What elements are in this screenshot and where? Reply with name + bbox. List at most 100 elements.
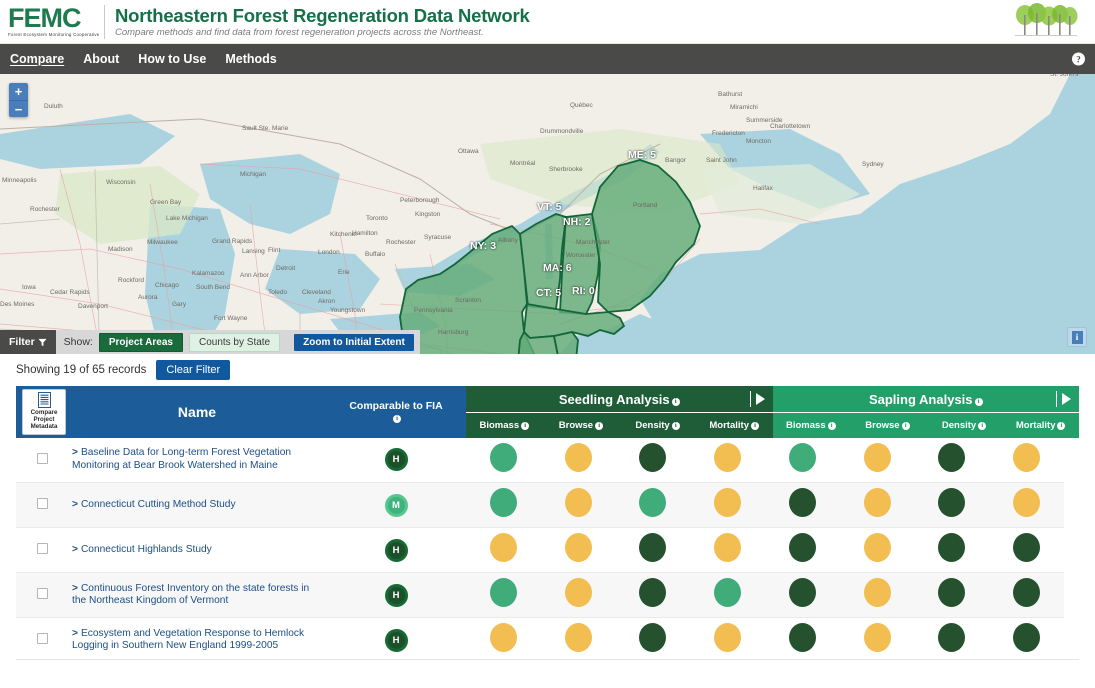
femc-logo[interactable]: FEMC Forest Ecosystem Monitoring Coopera… — [0, 5, 104, 38]
info-icon-sapling-browse[interactable]: i — [901, 421, 910, 430]
nav-item-how-to-use[interactable]: How to Use — [138, 52, 206, 66]
toggle-project-areas[interactable]: Project Areas — [98, 332, 183, 352]
info-icon-sapling-biomass[interactable]: i — [827, 421, 836, 430]
info-icon-seedling-biomass[interactable]: i — [521, 421, 530, 430]
metric-dot[interactable] — [1013, 442, 1041, 472]
metric-dot[interactable] — [639, 533, 667, 563]
metric-dot[interactable] — [863, 442, 891, 472]
col-header-name[interactable]: Name — [68, 386, 326, 438]
metric-dot[interactable] — [714, 623, 742, 653]
info-icon-seedling-mortality[interactable]: i — [750, 421, 759, 430]
metric-dot[interactable] — [938, 442, 966, 472]
project-name-link[interactable]: > Continuous Forest Inventory on the stat… — [72, 583, 316, 608]
metric-dot[interactable] — [938, 578, 966, 608]
metric-dot[interactable] — [788, 488, 816, 518]
metric-dot[interactable] — [938, 533, 966, 563]
metric-dot[interactable] — [639, 623, 667, 653]
question-circle-icon[interactable]: ? — [1072, 52, 1085, 66]
fia-badge[interactable]: M — [384, 493, 408, 517]
row-checkbox[interactable] — [36, 633, 48, 645]
row-checkbox[interactable] — [36, 588, 48, 600]
col-header-seedling-mortality[interactable]: Mortality i — [695, 412, 773, 438]
fia-badge[interactable]: H — [384, 583, 408, 607]
metric-dot[interactable] — [639, 488, 667, 518]
metric-dot[interactable] — [489, 533, 517, 563]
col-header-sapling-mortality[interactable]: Mortality i — [1002, 412, 1079, 438]
row-checkbox[interactable] — [36, 543, 48, 555]
map-zoom-controls[interactable]: + − — [9, 83, 28, 117]
col-header-seedling-density[interactable]: Density i — [619, 412, 696, 438]
table-body-scroll[interactable]: > Baseline Data for Long-term Forest Vege… — [16, 438, 1079, 660]
metric-dot[interactable] — [489, 578, 517, 608]
metric-dot[interactable] — [714, 533, 742, 563]
filter-button[interactable]: Filter — [0, 330, 56, 354]
info-icon-sapling[interactable]: i — [974, 397, 983, 406]
zoom-to-initial-extent-button[interactable]: Zoom to Initial Extent — [294, 333, 414, 351]
col-header-sapling-biomass[interactable]: Biomass i — [772, 412, 850, 438]
clear-filter-button[interactable]: Clear Filter — [156, 360, 231, 380]
map-info-button[interactable]: i — [1067, 327, 1087, 347]
fia-badge[interactable]: H — [384, 628, 408, 652]
metric-dot[interactable] — [564, 488, 592, 518]
metric-dot[interactable] — [564, 578, 592, 608]
metric-dot[interactable] — [863, 488, 891, 518]
zoom-out-button[interactable]: − — [9, 100, 28, 117]
info-icon-sapling-mortality[interactable]: i — [1057, 421, 1066, 430]
metric-dot[interactable] — [788, 533, 816, 563]
metric-dot[interactable] — [714, 488, 742, 518]
fia-badge[interactable]: H — [384, 448, 408, 472]
zoom-in-button[interactable]: + — [9, 83, 28, 100]
info-icon-sapling-density[interactable]: i — [978, 421, 987, 430]
metric-dot[interactable] — [714, 442, 742, 472]
info-icon-seedling[interactable]: i — [671, 397, 680, 406]
table-row[interactable]: > Baseline Data for Long-term Forest Vege… — [16, 438, 1064, 483]
project-name-link[interactable]: > Baseline Data for Long-term Forest Vege… — [72, 447, 316, 472]
table-row[interactable]: > Connecticut Cutting Method Study M — [16, 482, 1064, 528]
map-container[interactable]: Minneapolis Duluth Rochester Madison Milwauk… — [0, 74, 1095, 354]
compare-project-metadata-button[interactable]: Compare Project Metadata — [22, 389, 66, 435]
metric-dot[interactable] — [489, 623, 517, 653]
project-name-link[interactable]: > Ecosystem and Vegetation Response to He… — [72, 628, 316, 653]
metric-dot[interactable] — [1013, 578, 1041, 608]
expand-seedling-button[interactable] — [749, 391, 765, 408]
metric-dot[interactable] — [788, 578, 816, 608]
nav-item-methods[interactable]: Methods — [225, 52, 276, 66]
metric-dot[interactable] — [489, 442, 517, 472]
col-header-seedling-biomass[interactable]: Biomass i — [466, 412, 543, 438]
metric-dot[interactable] — [788, 623, 816, 653]
metric-dot[interactable] — [788, 442, 816, 472]
info-icon-seedling-browse[interactable]: i — [595, 421, 604, 430]
metric-dot[interactable] — [639, 578, 667, 608]
col-header-sapling-density[interactable]: Density i — [925, 412, 1003, 438]
info-icon-fia[interactable]: i — [393, 414, 401, 423]
toggle-counts-by-state[interactable]: Counts by State — [188, 332, 281, 352]
metric-dot[interactable] — [863, 578, 891, 608]
col-header-sapling-browse[interactable]: Browse i — [849, 412, 926, 438]
metric-dot[interactable] — [938, 488, 966, 518]
row-checkbox[interactable] — [36, 498, 48, 510]
metric-dot[interactable] — [938, 623, 966, 653]
info-icon-seedling-density[interactable]: i — [671, 421, 680, 430]
metric-dot[interactable] — [1013, 533, 1041, 563]
project-name-link[interactable]: > Connecticut Highlands Study — [72, 544, 316, 557]
table-row[interactable]: > Continuous Forest Inventory on the stat… — [16, 572, 1064, 618]
table-row[interactable]: > Ecosystem and Vegetation Response to He… — [16, 618, 1064, 659]
nav-item-compare[interactable]: Compare — [10, 52, 64, 66]
metric-dot[interactable] — [863, 623, 891, 653]
row-checkbox[interactable] — [36, 452, 48, 464]
project-name-link[interactable]: > Connecticut Cutting Method Study — [72, 499, 316, 512]
metric-dot[interactable] — [564, 533, 592, 563]
metric-dot[interactable] — [489, 488, 517, 518]
col-header-seedling-browse[interactable]: Browse i — [542, 412, 620, 438]
metric-dot[interactable] — [1013, 488, 1041, 518]
col-header-comparable-to-fia[interactable]: Comparable to FIA i — [326, 386, 466, 438]
nav-item-about[interactable]: About — [83, 52, 119, 66]
expand-sapling-button[interactable] — [1056, 391, 1071, 408]
fia-badge[interactable]: H — [384, 538, 408, 562]
metric-dot[interactable] — [714, 578, 742, 608]
metric-dot[interactable] — [639, 442, 667, 472]
table-row[interactable]: > Connecticut Highlands Study H — [16, 528, 1064, 573]
metric-dot[interactable] — [564, 623, 592, 653]
metric-dot[interactable] — [564, 442, 592, 472]
metric-dot[interactable] — [863, 533, 891, 563]
